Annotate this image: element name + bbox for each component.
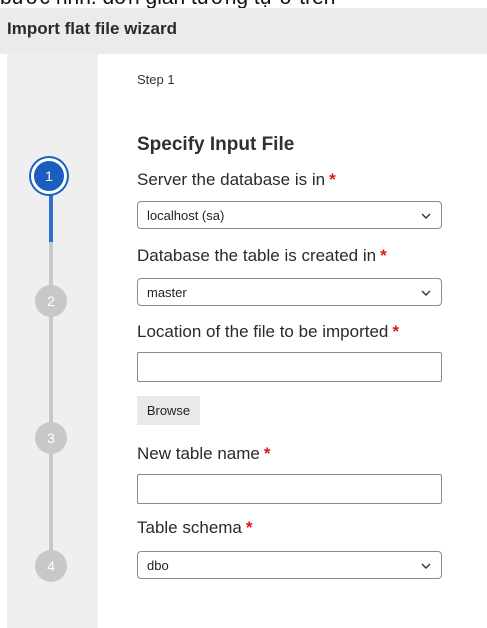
step-2-indicator[interactable]: 2 (35, 285, 67, 317)
database-select-value: master (147, 285, 187, 300)
section-title: Specify Input File (137, 134, 295, 155)
table-name-label: New table name * (137, 444, 270, 464)
database-label-text: Database the table is created in (137, 246, 377, 265)
location-label-text: Location of the file to be imported (137, 322, 389, 341)
location-input[interactable] (137, 352, 442, 382)
schema-select[interactable]: dbo (137, 551, 442, 579)
step-track-progress (49, 194, 53, 242)
location-label: Location of the file to be imported * (137, 322, 399, 342)
wizard-title: Import flat file wizard (7, 19, 178, 38)
required-marker: * (245, 518, 253, 537)
server-label-text: Server the database is in (137, 170, 326, 189)
database-select[interactable]: master (137, 278, 442, 306)
chevron-down-icon (421, 213, 431, 219)
step-track (49, 194, 53, 569)
step-3-indicator[interactable]: 3 (35, 422, 67, 454)
cropped-top-text: bước nhh. đơn giản tương tự ở trên (0, 0, 487, 8)
chevron-down-icon (421, 563, 431, 569)
chevron-down-icon (421, 290, 431, 296)
step-1-indicator[interactable]: 1 (31, 158, 67, 194)
required-marker: * (263, 444, 271, 463)
schema-label: Table schema * (137, 518, 253, 538)
step-4-indicator[interactable]: 4 (35, 550, 67, 582)
required-marker: * (392, 322, 400, 341)
table-name-input[interactable] (137, 474, 442, 504)
required-marker: * (329, 170, 336, 189)
schema-select-value: dbo (147, 558, 169, 573)
steps-panel: 1 2 3 4 (7, 54, 98, 628)
wizard-header: Import flat file wizard (0, 8, 487, 54)
database-label: Database the table is created in * (137, 246, 387, 266)
server-select[interactable]: localhost (sa) (137, 201, 442, 229)
server-select-value: localhost (sa) (147, 208, 225, 223)
required-marker: * (380, 246, 387, 265)
table-name-label-text: New table name (137, 444, 260, 463)
schema-label-text: Table schema (137, 518, 242, 537)
step-label: Step 1 (137, 72, 175, 87)
browse-button[interactable]: Browse (137, 396, 200, 425)
server-label: Server the database is in * (137, 170, 336, 190)
